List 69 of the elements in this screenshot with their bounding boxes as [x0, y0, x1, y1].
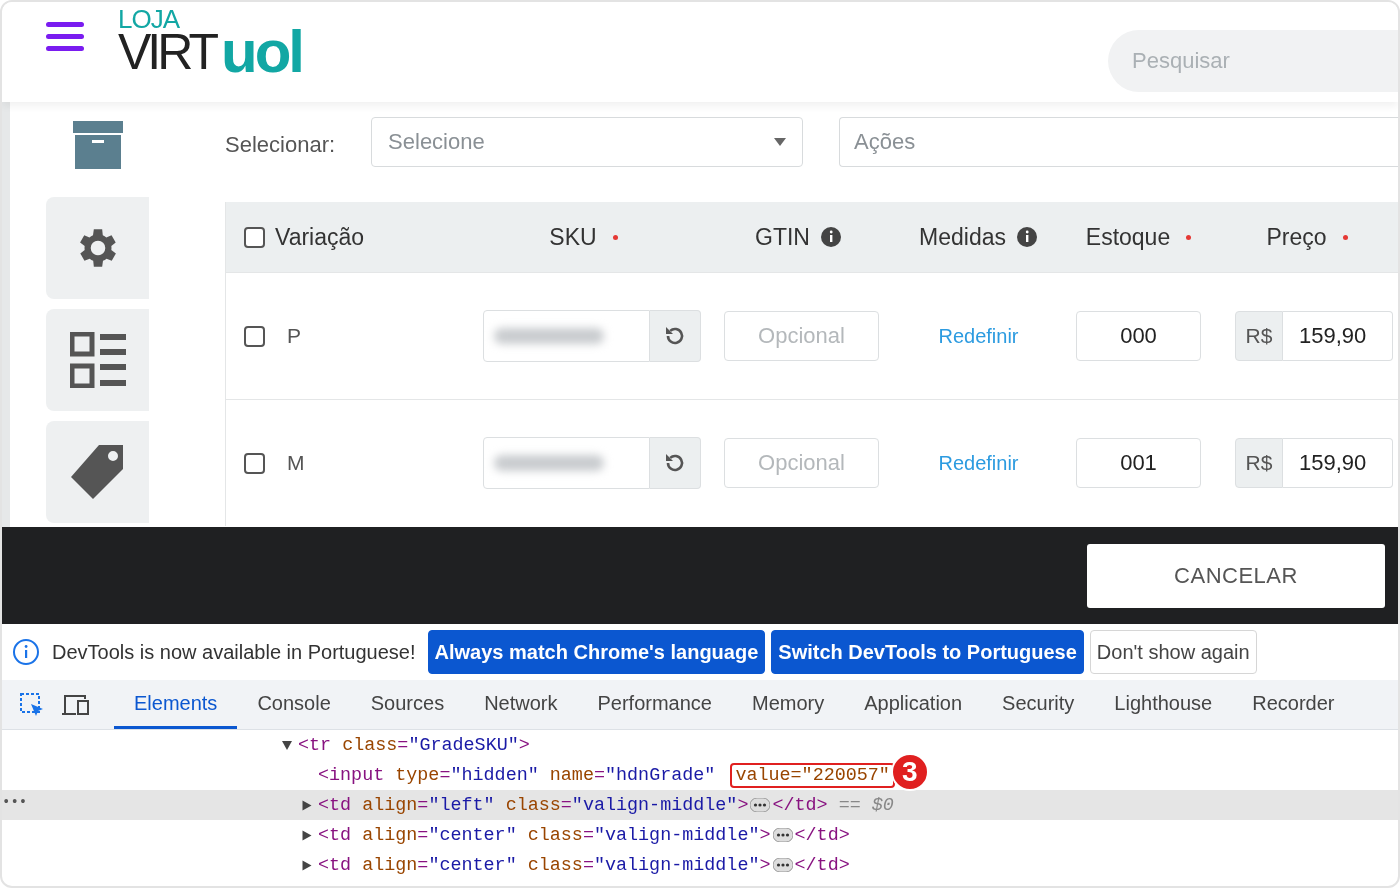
select-label: Selecionar:: [225, 131, 336, 158]
devtools-tab[interactable]: Performance: [577, 680, 732, 729]
ellipsis-icon[interactable]: [772, 858, 793, 872]
logo-text: uol: [221, 26, 302, 77]
sidebar-tab[interactable]: [46, 309, 149, 411]
select-all-checkbox[interactable]: [244, 226, 265, 248]
code-text: </td>: [794, 824, 850, 846]
devtools-tab[interactable]: Recorder: [1232, 680, 1355, 729]
ellipsis-icon[interactable]: [750, 798, 771, 812]
expand-arrow-icon[interactable]: [302, 830, 312, 840]
stock-field[interactable]: 001: [1076, 438, 1201, 488]
code-text: <td align="left" class="valign-middle">: [318, 794, 749, 816]
column-header: Variação: [275, 223, 365, 251]
devtools-tab[interactable]: Security: [982, 680, 1095, 729]
ellipsis-icon[interactable]: [772, 828, 793, 842]
highlighted-code: value="220057": [730, 762, 895, 788]
code-text: <td align="center" class="valign-middle">: [318, 824, 771, 846]
sidebar-tab[interactable]: [46, 421, 149, 523]
variation-name: P: [287, 324, 301, 348]
devtools-tab[interactable]: Network: [464, 680, 578, 729]
more-icon[interactable]: •••: [2, 794, 28, 810]
caret-icon: [774, 138, 787, 146]
expand-arrow-icon[interactable]: [302, 860, 312, 870]
code-text: </td>: [794, 854, 850, 876]
step-number-badge: 3: [890, 753, 929, 791]
currency-label: R$: [1235, 438, 1283, 488]
column-header: Preço: [1266, 223, 1327, 251]
row-checkbox[interactable]: [244, 325, 265, 347]
archive-box-icon: [72, 120, 123, 169]
price-field[interactable]: 159,90: [1283, 311, 1393, 361]
stock-field[interactable]: 000: [1076, 311, 1201, 361]
infobar-button[interactable]: Always match Chrome's language: [427, 630, 766, 674]
sku-field[interactable]: [483, 310, 650, 362]
expand-arrow-icon[interactable]: [302, 800, 312, 810]
infobar-button[interactable]: Switch DevTools to Portuguese: [771, 630, 1084, 674]
devtools-tab[interactable]: Elements: [114, 680, 238, 729]
actions-field[interactable]: Ações: [839, 117, 1398, 167]
search-field[interactable]: Pesquisar: [1108, 30, 1398, 92]
column-header: SKU: [549, 223, 597, 251]
code-text: <td align="center" class="valign-middle">: [318, 854, 771, 876]
reset-button[interactable]: [649, 310, 701, 362]
expand-arrow-icon[interactable]: [282, 740, 292, 750]
menu-icon[interactable]: [46, 22, 84, 52]
devtools-tab[interactable]: Sources: [350, 680, 465, 729]
code-text: <input type="hidden" name="hdnGrade": [318, 764, 717, 786]
code-text: </td> == $0: [772, 794, 894, 816]
sidebar-tab[interactable]: [46, 197, 149, 299]
cancel-button[interactable]: CANCELAR: [1087, 543, 1385, 608]
gtin-field[interactable]: Opcional: [724, 438, 879, 488]
currency-label: R$: [1235, 311, 1283, 361]
reset-button[interactable]: [649, 437, 701, 489]
device-icon[interactable]: [61, 692, 91, 717]
devtools-tab[interactable]: Console: [237, 680, 351, 729]
variation-name: M: [287, 451, 305, 475]
row-checkbox[interactable]: [244, 452, 265, 474]
sku-field[interactable]: [483, 437, 650, 489]
info-icon: [12, 638, 40, 666]
column-header: Medidas: [919, 223, 1006, 251]
gtin-field[interactable]: Opcional: [724, 311, 879, 361]
code-text: <tr class="GradeSKU">: [298, 734, 530, 756]
infobar-message: DevTools is now available in Portuguese!: [52, 640, 416, 664]
devtools-tab[interactable]: Lighthouse: [1094, 680, 1233, 729]
column-header: GTIN: [755, 223, 810, 251]
price-field[interactable]: 159,90: [1283, 438, 1393, 488]
column-header: Estoque: [1085, 223, 1171, 251]
list-icon: [69, 332, 126, 388]
infobar-button[interactable]: Don't show again: [1089, 630, 1257, 674]
devtools-tab[interactable]: Memory: [732, 680, 845, 729]
devtools-tab[interactable]: Application: [844, 680, 983, 729]
